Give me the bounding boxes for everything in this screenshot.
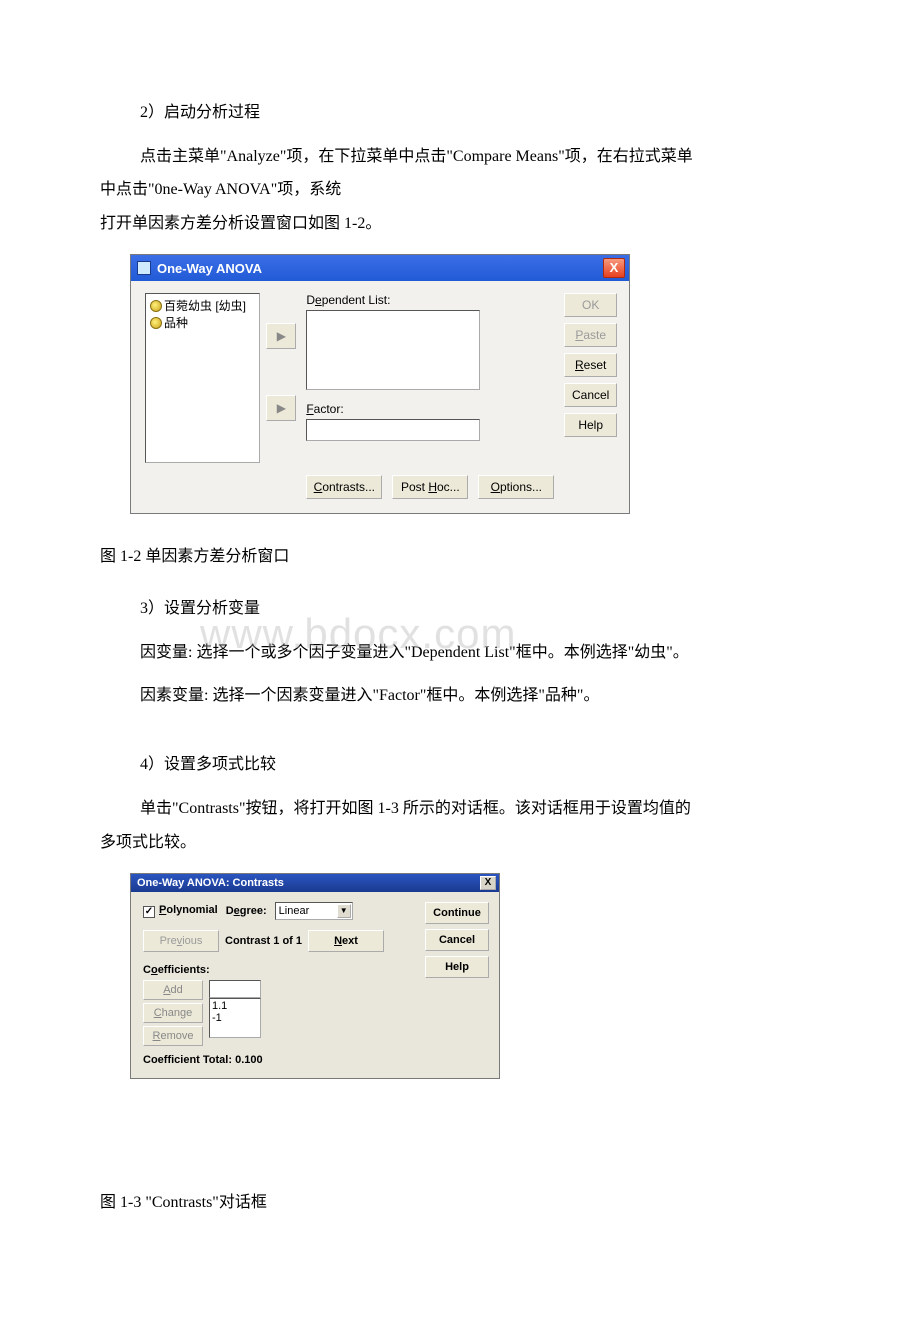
dialog-title: One-Way ANOVA (157, 261, 603, 276)
variable-icon (150, 317, 162, 329)
contrasts-dialog: One-Way ANOVA: Contrasts X ✓Polynomial D… (130, 873, 500, 1079)
coefficients-label: Coefficients: (143, 964, 415, 976)
degree-label: Degree: (226, 905, 267, 917)
list-item-label: 百菀幼虫 [幼虫] (164, 299, 246, 313)
continue-button[interactable]: Continue (425, 902, 489, 924)
app-icon (137, 261, 151, 275)
cancel-button[interactable]: Cancel (564, 383, 617, 407)
degree-select[interactable]: Linear ▼ (275, 902, 353, 920)
list-item: -1 (212, 1012, 258, 1024)
posthoc-button[interactable]: Post Hoc... (392, 475, 468, 499)
step3-line1: 因变量: 选择一个或多个因子变量进入"Dependent List"框中。本例选… (100, 640, 820, 666)
reset-button[interactable]: Reset (564, 353, 617, 377)
coefficient-list[interactable]: 1.1 -1 (209, 998, 261, 1038)
cancel-button[interactable]: Cancel (425, 929, 489, 951)
figure-caption-2: 图 1-3 "Contrasts"对话框 (100, 1190, 820, 1216)
factor-label: Factor: (306, 402, 343, 416)
step4-line2: 多项式比较。 (100, 830, 820, 856)
step2-line1: 点击主菜单"Analyze"项，在下拉菜单中点击"Compare Means"项… (100, 144, 820, 170)
options-button[interactable]: Options... (478, 475, 554, 499)
close-icon[interactable]: X (480, 876, 496, 890)
contrast-count-label: Contrast 1 of 1 (225, 935, 302, 947)
list-item[interactable]: 品种 (150, 314, 255, 331)
remove-button[interactable]: Remove (143, 1026, 203, 1046)
dependent-list-label: Dependent List: (306, 293, 390, 307)
step2-line2: 中点击"0ne-Way ANOVA"项，系统 (100, 177, 820, 203)
oneway-anova-dialog: One-Way ANOVA X 百菀幼虫 [幼虫] 品种 ▶ ▶ Depende… (130, 254, 630, 514)
step4-heading: 4）设置多项式比较 (100, 752, 820, 778)
figure-caption-1: 图 1-2 单因素方差分析窗口 (100, 544, 820, 570)
step3-heading: 3）设置分析变量 (100, 596, 820, 622)
source-variable-list[interactable]: 百菀幼虫 [幼虫] 品种 (145, 293, 260, 463)
help-button[interactable]: Help (425, 956, 489, 978)
help-button[interactable]: Help (564, 413, 617, 437)
degree-value: Linear (279, 905, 310, 917)
factor-box[interactable] (306, 419, 480, 441)
step3-line2: 因素变量: 选择一个因素变量进入"Factor"框中。本例选择"品种"。 (100, 683, 820, 709)
coefficient-input[interactable] (209, 980, 261, 998)
close-icon[interactable]: X (603, 258, 625, 278)
variable-icon (150, 300, 162, 312)
add-button[interactable]: Add (143, 980, 203, 1000)
contrasts-button[interactable]: Contrasts... (306, 475, 382, 499)
step2-line3: 打开单因素方差分析设置窗口如图 1-2。 (100, 211, 820, 237)
move-to-factor-button[interactable]: ▶ (266, 395, 296, 421)
list-item-label: 品种 (164, 316, 188, 330)
coefficient-total-label: Coefficient Total: 0.100 (143, 1054, 415, 1066)
change-button[interactable]: Change (143, 1003, 203, 1023)
ok-button[interactable]: OK (564, 293, 617, 317)
paste-button[interactable]: Paste (564, 323, 617, 347)
previous-button[interactable]: Previous (143, 930, 219, 952)
titlebar: One-Way ANOVA: Contrasts X (131, 874, 499, 892)
next-button[interactable]: Next (308, 930, 384, 952)
chevron-down-icon: ▼ (337, 904, 351, 918)
step4-line1: 单击"Contrasts"按钮，将打开如图 1-3 所示的对话框。该对话框用于设… (100, 796, 820, 822)
list-item: 1.1 (212, 1000, 258, 1012)
move-to-dependent-button[interactable]: ▶ (266, 323, 296, 349)
list-item[interactable]: 百菀幼虫 [幼虫] (150, 297, 255, 314)
step2-heading: 2）启动分析过程 (100, 100, 820, 126)
titlebar: One-Way ANOVA X (131, 255, 629, 281)
dialog-title: One-Way ANOVA: Contrasts (137, 877, 480, 889)
dependent-list-box[interactable] (306, 310, 480, 390)
polynomial-checkbox[interactable]: ✓Polynomial (143, 904, 218, 918)
